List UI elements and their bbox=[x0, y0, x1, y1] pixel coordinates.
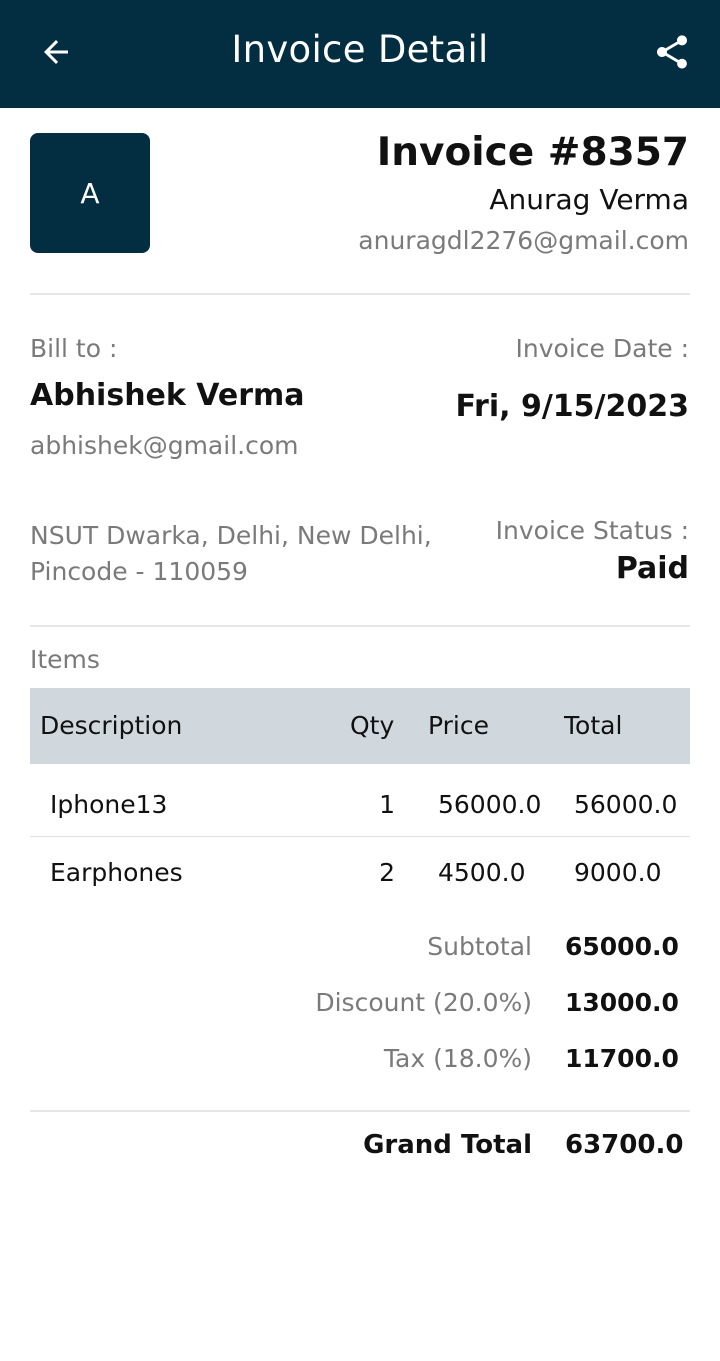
item-description: Earphones bbox=[50, 858, 183, 887]
divider bbox=[30, 293, 690, 295]
tax-label: Tax (18.0%) bbox=[383, 1044, 532, 1073]
customer-name: Abhishek Verma bbox=[30, 378, 305, 413]
item-qty: 1 bbox=[379, 790, 395, 819]
table-row: Earphones 2 4500.0 9000.0 bbox=[30, 836, 690, 904]
page-title: Invoice Detail bbox=[231, 28, 489, 71]
divider bbox=[30, 625, 690, 627]
item-total: 56000.0 bbox=[574, 790, 678, 819]
item-total: 9000.0 bbox=[574, 858, 662, 887]
item-description: Iphone13 bbox=[50, 790, 168, 819]
table-row: Iphone13 1 56000.0 56000.0 bbox=[30, 768, 690, 836]
bill-to-label: Bill to : bbox=[30, 334, 118, 363]
column-header-description: Description bbox=[40, 711, 183, 740]
grand-total-value: 63700.0 bbox=[565, 1130, 684, 1160]
discount-label: Discount (20.0%) bbox=[315, 988, 532, 1017]
customer-email: abhishek@gmail.com bbox=[30, 431, 299, 460]
divider bbox=[30, 1110, 690, 1112]
customer-address: NSUT Dwarka, Delhi, New Delhi, Pincode -… bbox=[30, 521, 432, 586]
status-badge: Paid bbox=[615, 551, 689, 586]
sender-name: Anurag Verma bbox=[489, 183, 689, 216]
table-header: Description Qty Price Total bbox=[30, 688, 690, 764]
column-header-total: Total bbox=[564, 711, 623, 740]
invoice-number: Invoice #8357 bbox=[376, 130, 689, 175]
item-qty: 2 bbox=[379, 858, 395, 887]
item-price: 56000.0 bbox=[438, 790, 542, 819]
column-header-price: Price bbox=[428, 711, 489, 740]
avatar: A bbox=[30, 133, 150, 253]
share-icon bbox=[657, 35, 687, 69]
subtotal-label: Subtotal bbox=[427, 932, 532, 961]
invoice-date: Fri, 9/15/2023 bbox=[455, 389, 689, 424]
discount-value: 13000.0 bbox=[565, 988, 679, 1017]
share-button[interactable] bbox=[646, 26, 698, 78]
app-bar: Invoice Detail bbox=[0, 0, 720, 108]
grand-total-label: Grand Total bbox=[363, 1130, 532, 1160]
subtotal-value: 65000.0 bbox=[565, 932, 679, 961]
item-price: 4500.0 bbox=[438, 858, 526, 887]
items-section-label: Items bbox=[30, 645, 100, 674]
invoice-date-label: Invoice Date : bbox=[515, 334, 689, 363]
column-header-qty: Qty bbox=[350, 711, 395, 740]
invoice-status-label: Invoice Status : bbox=[495, 516, 689, 545]
tax-value: 11700.0 bbox=[565, 1044, 679, 1073]
sender-email: anuragdl2276@gmail.com bbox=[358, 226, 689, 255]
